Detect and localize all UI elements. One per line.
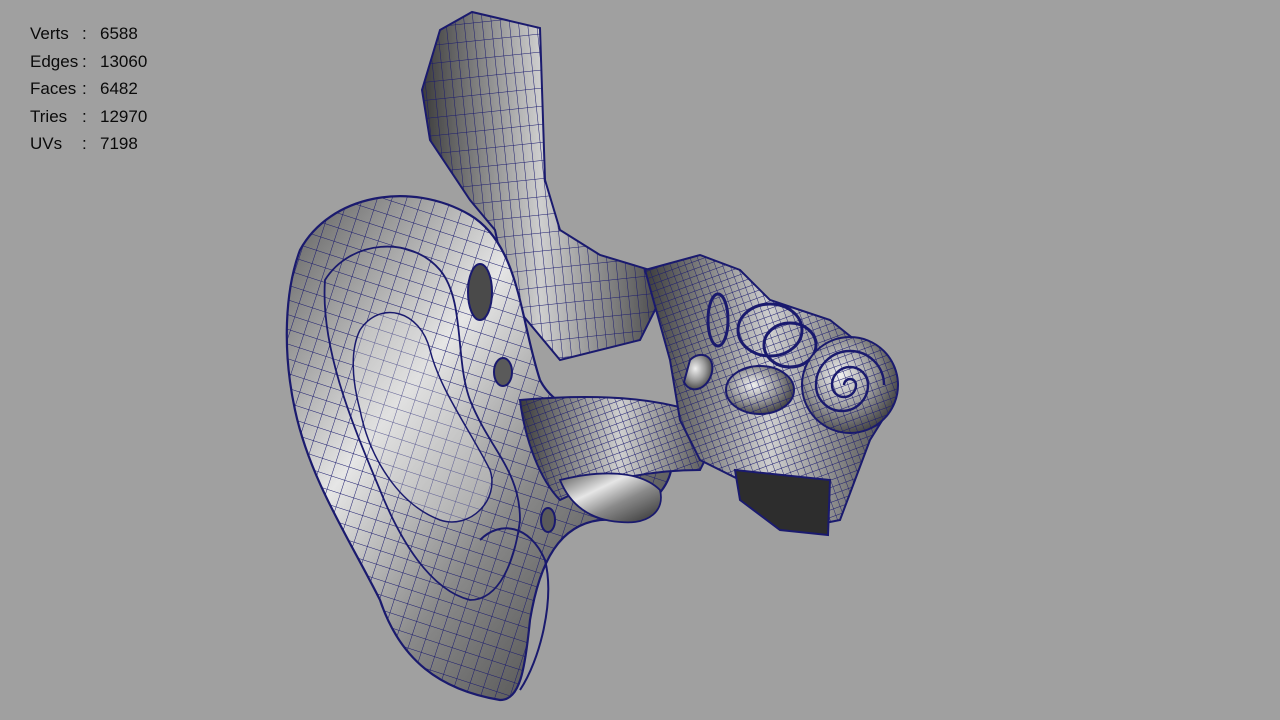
cochlea xyxy=(801,336,899,434)
ear-model-mesh[interactable] xyxy=(0,0,1280,720)
stat-separator: : xyxy=(82,134,87,153)
stat-value: 12970 xyxy=(100,106,148,126)
stat-label: Verts xyxy=(30,24,69,43)
stat-label: UVs xyxy=(30,134,63,153)
stat-label: Edges xyxy=(30,51,79,71)
stat-value: 13060 xyxy=(100,51,148,71)
stat-value: 7198 xyxy=(100,134,138,153)
stat-value: 6588 xyxy=(100,24,138,43)
stat-label: Faces xyxy=(30,79,77,98)
foramen-lower xyxy=(540,507,556,533)
stat-label: Tries xyxy=(30,106,68,126)
3d-viewport[interactable]: Verts : 6588 Edges : 13060 Faces : 6482 … xyxy=(0,0,1280,720)
stat-value: 6482 xyxy=(100,79,138,98)
stat-separator: : xyxy=(82,79,87,98)
foramen-middle xyxy=(493,357,513,387)
stat-separator: : xyxy=(82,106,87,126)
foramen-upper xyxy=(467,263,493,321)
stat-separator: : xyxy=(82,51,87,71)
stat-separator: : xyxy=(82,24,87,43)
